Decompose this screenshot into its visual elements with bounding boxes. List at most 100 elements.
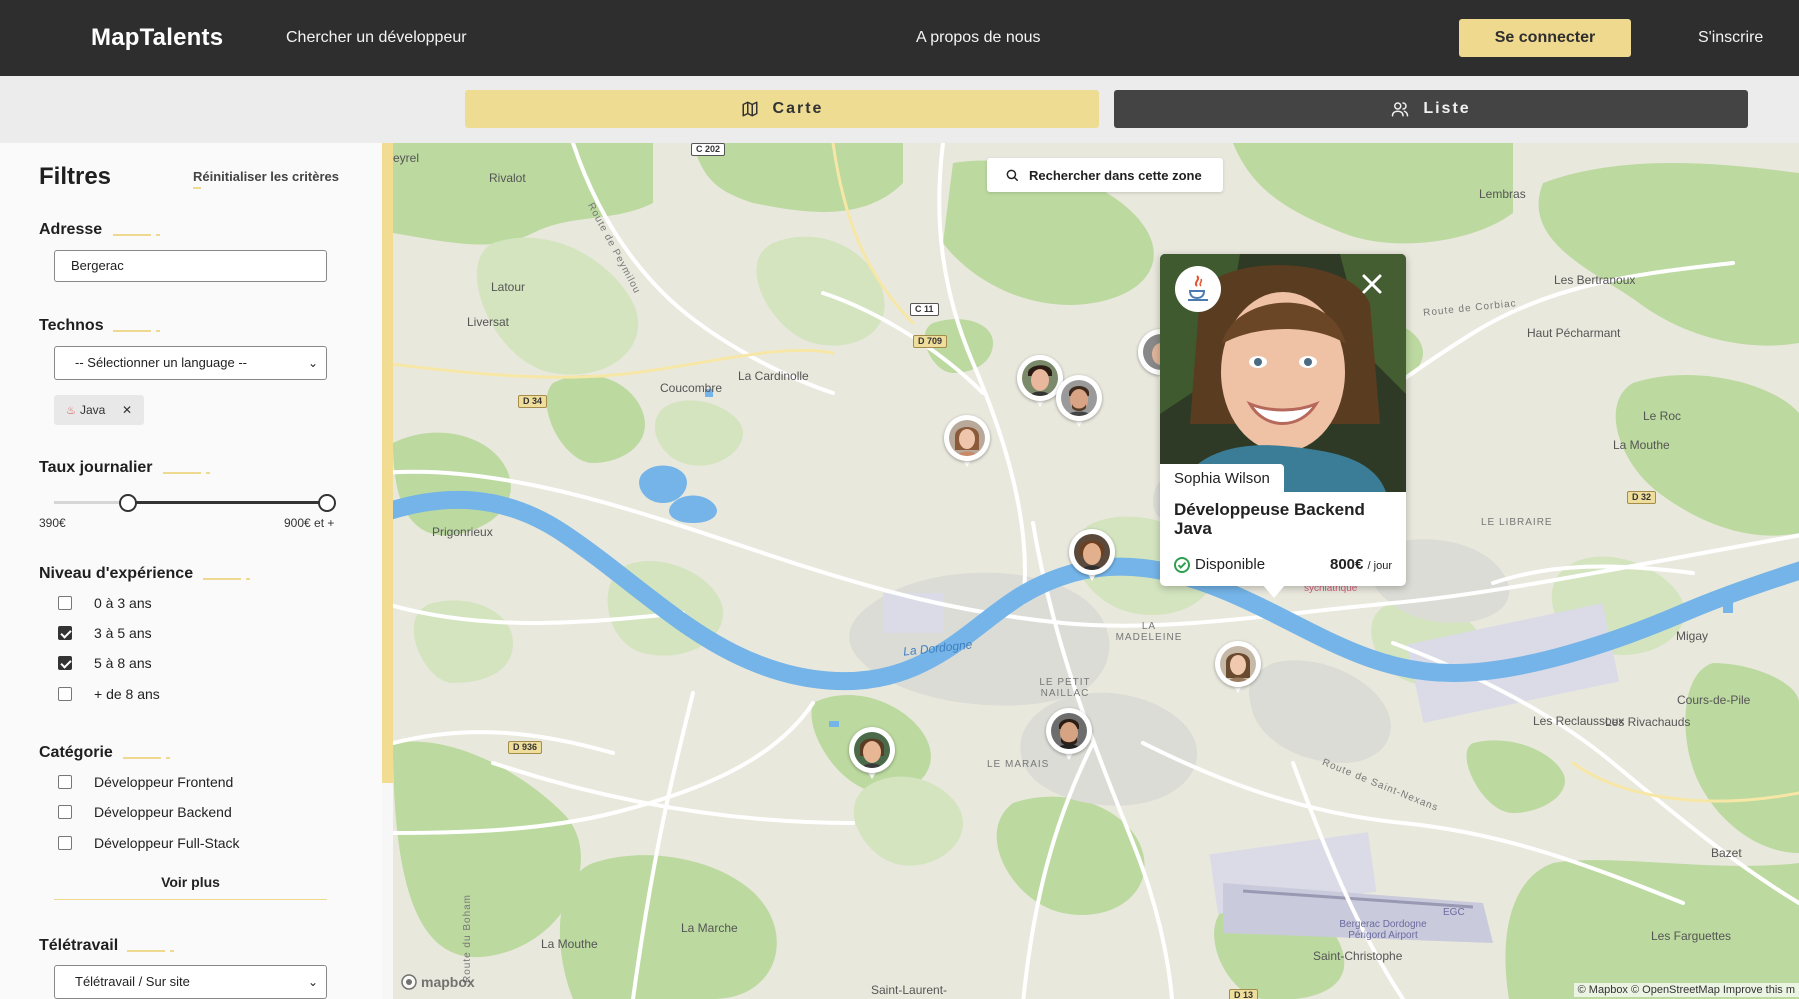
language-select[interactable]: -- Sélectionner un language -- ⌄ <box>54 346 327 380</box>
place-label: Les Bertranoux <box>1554 273 1636 287</box>
section-decoration <box>113 330 151 332</box>
developer-marker[interactable] <box>1046 708 1092 764</box>
section-decoration <box>163 472 201 474</box>
experience-label: Niveau d'expérience <box>39 565 194 582</box>
avatar <box>1061 380 1097 416</box>
brand-logo[interactable]: MapTalents <box>91 24 223 52</box>
availability-label: Disponible <box>1195 556 1266 573</box>
developer-name: Sophia Wilson <box>1160 464 1284 492</box>
list-view-button[interactable]: Liste <box>1114 90 1748 128</box>
place-label: La Marche <box>681 921 738 935</box>
daily-rate-unit: / jour <box>1367 560 1392 572</box>
district-label: LE MARAIS <box>987 759 1050 770</box>
developer-marker[interactable] <box>944 415 990 471</box>
address-label: Adresse <box>39 221 103 238</box>
developer-popup-card[interactable]: Sophia Wilson Développeuse Backend Java … <box>1160 254 1406 586</box>
sidebar-scrollbar-thumb[interactable] <box>382 143 393 783</box>
road-badge: D 32 <box>1627 491 1657 504</box>
checkbox[interactable] <box>58 656 72 670</box>
chevron-down-icon: ⌄ <box>307 356 318 370</box>
place-label: Saint-Christophe <box>1313 949 1403 963</box>
developer-marker[interactable] <box>1056 375 1102 431</box>
experience-option[interactable]: 0 à 3 ans <box>58 595 152 611</box>
map-icon <box>742 101 758 117</box>
daily-rate: 800€ / jour <box>1330 556 1392 573</box>
reset-underline-decoration <box>193 187 201 189</box>
category-option[interactable]: Développeur Backend <box>58 804 232 820</box>
road-badge: D 709 <box>913 335 948 348</box>
show-more-link[interactable]: Voir plus <box>54 874 327 890</box>
view-toggle-bar: Carte Liste <box>0 76 1799 143</box>
section-decoration <box>246 578 250 580</box>
reset-filters-link[interactable]: Réinitialiser les critères <box>193 169 339 184</box>
address-input[interactable]: Bergerac <box>54 250 327 282</box>
checkbox[interactable] <box>58 687 72 701</box>
signup-link[interactable]: S'inscrire <box>1698 29 1763 47</box>
avatar <box>1051 713 1087 749</box>
road-label: Route du Boham <box>462 893 474 984</box>
category-option-label: Développeur Full-Stack <box>94 835 240 851</box>
airport-label: Bergerac Dordogne Périgord Airport <box>1339 919 1427 941</box>
road-badge: C 202 <box>691 143 726 156</box>
experience-option-label: 3 à 5 ans <box>94 625 152 641</box>
road-badge: C 11 <box>910 303 939 316</box>
district-label: LA MADELEINE <box>1115 621 1183 643</box>
developer-marker[interactable] <box>1069 529 1115 585</box>
section-decoration <box>203 578 241 580</box>
experience-option[interactable]: + de 8 ans <box>58 686 160 702</box>
mapbox-logo-text: mapbox <box>421 974 475 990</box>
road-badge: D 34 <box>518 395 548 408</box>
map-view-button[interactable]: Carte <box>465 90 1099 128</box>
technos-label: Technos <box>39 317 104 334</box>
developer-marker[interactable] <box>1215 641 1261 697</box>
tech-chip-label: Java <box>80 403 106 417</box>
place-label: Rivalot <box>489 171 526 185</box>
remote-select[interactable]: Télétravail / Sur site ⌄ <box>54 965 327 999</box>
experience-option-label: + de 8 ans <box>94 686 160 702</box>
avatar <box>1220 646 1256 682</box>
checkbox[interactable] <box>58 775 72 789</box>
search-this-area-label: Rechercher dans cette zone <box>1029 167 1202 183</box>
developer-job-title: Développeuse Backend Java <box>1174 500 1365 538</box>
experience-option[interactable]: 5 à 8 ans <box>58 655 152 671</box>
road-badge: D 936 <box>508 741 543 754</box>
rate-slider-min-thumb[interactable] <box>119 494 137 512</box>
road-badge: D 13 <box>1229 989 1259 999</box>
section-decoration <box>166 757 170 759</box>
search-icon <box>1006 169 1018 181</box>
checkbox[interactable] <box>58 836 72 850</box>
nav-link-search-developer[interactable]: Chercher un développeur <box>286 29 467 47</box>
close-icon[interactable] <box>1357 269 1387 299</box>
checkbox[interactable] <box>58 805 72 819</box>
rate-slider-max-thumb[interactable] <box>318 494 336 512</box>
section-decoration <box>206 472 210 474</box>
checkbox[interactable] <box>58 626 72 640</box>
category-option[interactable]: Développeur Frontend <box>58 774 233 790</box>
login-button[interactable]: Se connecter <box>1459 19 1631 57</box>
experience-option-label: 5 à 8 ans <box>94 655 152 671</box>
section-decoration <box>156 330 160 332</box>
daily-rate-value: 800€ <box>1329 556 1364 573</box>
place-label: Cours-de-Pile <box>1677 693 1751 707</box>
popup-pointer <box>1263 585 1285 598</box>
category-option-label: Développeur Backend <box>94 804 232 820</box>
checkbox[interactable] <box>58 596 72 610</box>
experience-option[interactable]: 3 à 5 ans <box>58 625 152 641</box>
map-view[interactable]: eyrel Rivalot Latour Liversat Coucombre … <box>393 143 1799 999</box>
remote-label: Télétravail <box>39 937 119 954</box>
developer-marker[interactable] <box>849 727 895 783</box>
map-attribution[interactable]: © Mapbox © OpenStreetMap Improve this m <box>1573 983 1799 997</box>
place-label: La Mouthe <box>541 937 598 951</box>
filters-sidebar: Filtres Réinitialiser les critères Adres… <box>0 143 382 999</box>
sidebar-scrollbar-track[interactable] <box>382 783 393 999</box>
search-this-area-button[interactable]: Rechercher dans cette zone <box>987 158 1223 192</box>
place-label: Prigonrieux <box>432 525 493 539</box>
district-label: LE PETIT NAILLAC <box>1039 677 1091 699</box>
rate-slider-range <box>128 501 327 504</box>
java-icon <box>1175 266 1221 312</box>
users-icon <box>1392 102 1409 117</box>
remove-chip-icon[interactable]: ✕ <box>122 395 132 425</box>
airport-code-label: EGC <box>1443 907 1465 918</box>
nav-link-about[interactable]: A propos de nous <box>916 29 1041 47</box>
category-option[interactable]: Développeur Full-Stack <box>58 835 240 851</box>
